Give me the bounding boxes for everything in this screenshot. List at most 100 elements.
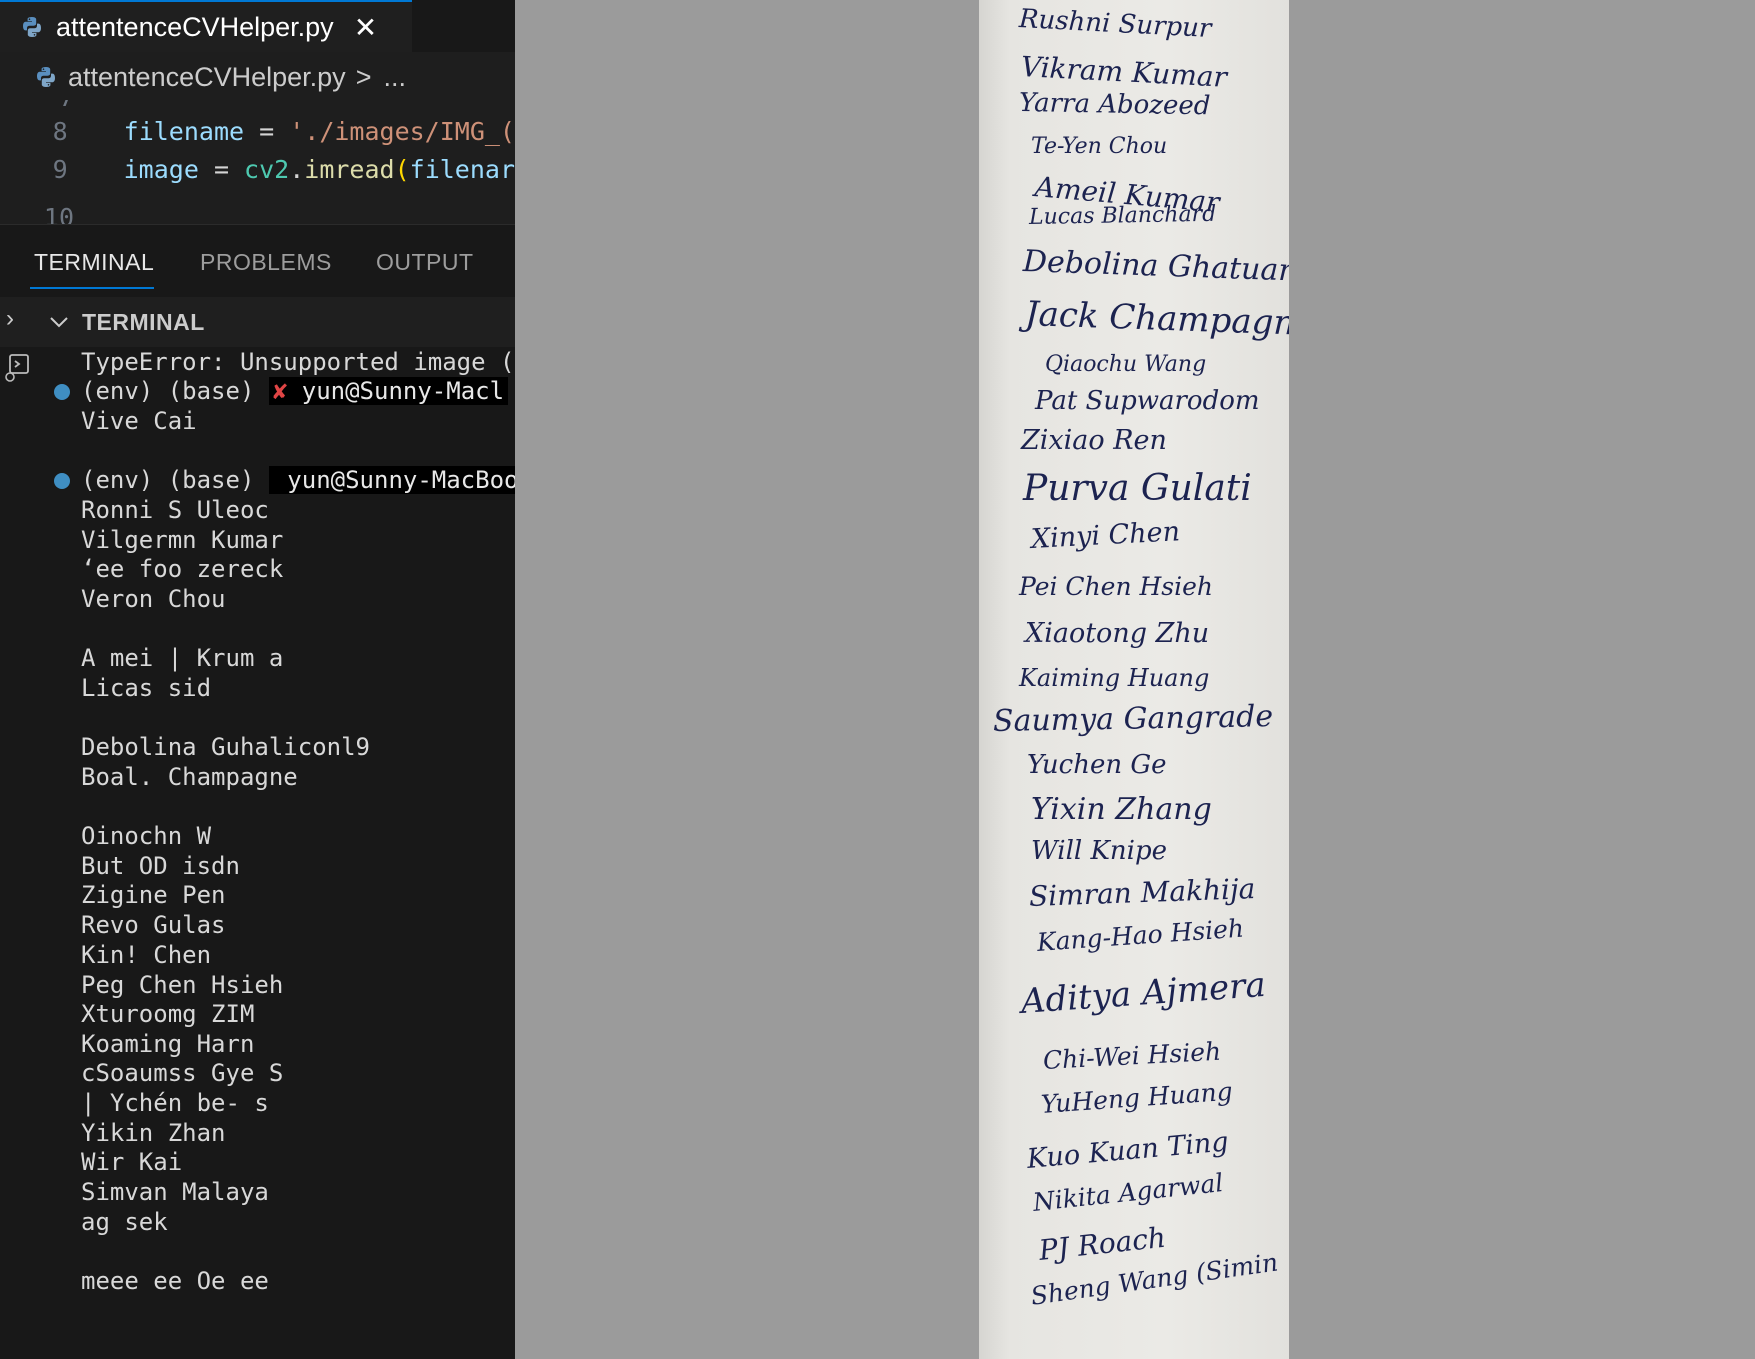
code-token: =	[198, 154, 245, 184]
signature-name: Pei Chen Hsieh	[1019, 572, 1214, 601]
prompt-status-dot-icon	[54, 384, 70, 400]
terminal-line: But OD isdn	[81, 852, 240, 880]
line-number: 8	[52, 116, 68, 146]
python-file-icon	[23, 17, 41, 37]
code-token: cv2	[244, 154, 290, 184]
signature-name: Yuchen Ge	[1027, 750, 1167, 780]
line-number: 10	[43, 202, 74, 225]
signature-name: Debolina Ghatuary	[1022, 244, 1289, 289]
terminal-line: Revo Gulas	[81, 911, 226, 939]
signature-name: Yarra Abozeed	[1018, 88, 1211, 122]
terminal-line: Boal. Champagne	[81, 763, 298, 791]
code-token: .	[289, 154, 305, 184]
signature-name: YuHeng Huang	[1039, 1076, 1234, 1119]
signature-name: Yixin Zhang	[1031, 792, 1212, 827]
prompt-user: yun@Sunny-Macl	[287, 377, 505, 405]
terminal-line: Oinochn W	[81, 822, 212, 850]
editor-tab[interactable]: attentenceCVHelper.py ✕	[0, 0, 412, 52]
code-token: filenar	[409, 154, 515, 184]
chevron-right-icon: >	[355, 61, 372, 92]
signature-name: Te-Yen Chou	[1031, 134, 1168, 159]
terminal-section-title: TERMINAL	[82, 309, 205, 335]
terminal-line: Licas sid	[81, 674, 212, 702]
terminal-line: Wir Kai	[81, 1148, 183, 1176]
signature-name: Xinyi Chen	[1030, 516, 1181, 555]
terminal-icon[interactable]	[4, 353, 30, 383]
signature-name: Jack Champagne	[1024, 294, 1289, 345]
close-icon[interactable]: ✕	[354, 11, 377, 44]
code-line: 10	[0, 198, 515, 225]
tab-terminal[interactable]: TERMINAL	[34, 249, 154, 276]
signature-name: Zixiao Ren	[1021, 425, 1167, 456]
prompt-user: yun@Sunny-MacBoo	[272, 466, 515, 494]
terminal-line: Simvan Malaya	[81, 1178, 269, 1206]
code-token: './images/IMG_(	[289, 116, 515, 146]
signature-name: Rushni Surpur	[1018, 4, 1213, 45]
terminal-output[interactable]: TypeError: Unsupported image ( (env) (ba…	[40, 347, 515, 1359]
terminal-line: meee ee Oe ee	[81, 1267, 269, 1295]
tab-output[interactable]: OUTPUT	[376, 249, 474, 276]
code-line: 9 image = cv2.imread(filenar	[0, 150, 515, 188]
code-token: imread	[304, 154, 395, 184]
terminal-line: Veron Chou	[81, 585, 226, 613]
breadcrumb-more[interactable]: ...	[383, 62, 406, 93]
terminal-gutter	[0, 347, 40, 1359]
attendance-sheet-photo: Rushni Surpur Vikram Kumar Yarra Abozeed…	[979, 0, 1289, 1359]
error-x-icon: ✘	[272, 377, 288, 405]
editor-tab-bar: attentenceCVHelper.py ✕	[0, 0, 515, 52]
code-text: filename = './images/IMG_(	[124, 117, 515, 146]
code-line: 8 filename = './images/IMG_(	[0, 112, 515, 150]
terminal-line: cSoaumss Gye S	[81, 1059, 284, 1087]
signature-name: Purva Gulati	[1023, 468, 1252, 509]
tab-filename: attentenceCVHelper.py	[56, 11, 334, 42]
code-token: filename	[123, 116, 245, 146]
signature-name: Will Knipe	[1031, 836, 1167, 866]
active-tab-indicator	[30, 287, 154, 289]
bottom-panel: TERMINAL PROBLEMS OUTPUT › TERMINAL Type…	[0, 224, 515, 1359]
terminal-prompt: (env) (base) yun@Sunny-MacBoo	[81, 465, 515, 495]
terminal-line: ag sek	[81, 1208, 168, 1236]
breadcrumb-file[interactable]: attentenceCVHelper.py	[68, 62, 346, 93]
signature-name: Lucas Blanchard	[1028, 201, 1217, 230]
prompt-env: (env) (base)	[81, 466, 269, 494]
code-editor[interactable]: 7 8 filename = './images/IMG_( 9 image =…	[0, 100, 515, 224]
signature-name: Kuo Kuan Ting	[1025, 1126, 1230, 1175]
prompt-status-dot-icon	[54, 473, 70, 489]
code-token: (	[394, 154, 410, 184]
breadcrumb: attentenceCVHelper.py > ...	[0, 52, 515, 102]
terminal-prompt: (env) (base) ✘ yun@Sunny-Macl	[81, 376, 509, 406]
code-token: =	[244, 116, 290, 146]
signature-name: Chi-Wei Hsieh	[1042, 1036, 1222, 1075]
terminal-line: Vilgermn Kumar	[81, 526, 284, 554]
signature-name: PJ Roach	[1037, 1220, 1168, 1267]
panel-tabs: TERMINAL PROBLEMS OUTPUT	[0, 225, 515, 295]
terminal-line: Kin! Chen	[81, 941, 212, 969]
terminal-section-header[interactable]: › TERMINAL	[0, 297, 515, 347]
signature-name: Simran Makhija	[1028, 872, 1256, 913]
terminal-line: Yikin Zhan	[81, 1119, 226, 1147]
terminal-line: Ronni S Uleoc	[81, 496, 269, 524]
signature-name: Xiaotong Zhu	[1025, 618, 1210, 649]
prompt-user-box: ✘ yun@Sunny-Macl	[268, 377, 509, 405]
signature-name: Nikita Agarwal	[1031, 1168, 1225, 1217]
terminal-error-line: TypeError: Unsupported image (	[81, 348, 515, 376]
signature-name: Aditya Ajmera	[1019, 964, 1267, 1022]
signature-name: Pat Supwarodom	[1035, 386, 1260, 416]
terminal-line: Peg Chen Hsieh	[81, 971, 284, 999]
signature-name: Kaiming Huang	[1019, 664, 1210, 692]
signature-name: Kang-Hao Hsieh	[1035, 913, 1245, 957]
vscode-window: attentenceCVHelper.py ✕ attentenceCVHelp…	[0, 0, 515, 1359]
chevron-right-icon[interactable]: ›	[6, 305, 14, 333]
terminal-line: Xturoomg ZIM	[81, 1000, 255, 1028]
chevron-down-icon[interactable]	[48, 311, 70, 333]
signature-name: Vikram Kumar	[1020, 50, 1228, 94]
terminal-line: ‘ee foo zereck	[81, 555, 284, 583]
python-file-icon	[37, 67, 55, 87]
terminal-line: Koaming Harn	[81, 1030, 255, 1058]
line-number: 7	[0, 100, 74, 112]
terminal-line: Zigine Pen	[81, 881, 226, 909]
line-number: 9	[52, 154, 68, 184]
code-token: image	[123, 154, 199, 184]
terminal-line: | Ychén be- s	[81, 1089, 269, 1117]
tab-problems[interactable]: PROBLEMS	[200, 249, 332, 276]
